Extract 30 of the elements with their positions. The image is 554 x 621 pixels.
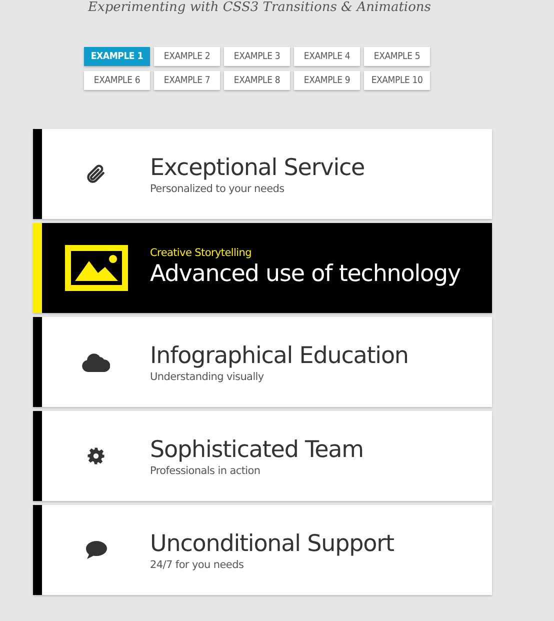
feature-card[interactable]: Creative Storytelling Advanced use of technology (33, 223, 492, 313)
cloud-icon (82, 352, 110, 372)
feature-title: Unconditional Support (150, 530, 394, 559)
gear-icon (87, 447, 105, 465)
example-tab[interactable]: EXAMPLE 3 (224, 47, 290, 66)
page-subtitle: Experimenting with CSS3 Transitions & Animations (86, 0, 432, 15)
paperclip-icon (85, 163, 107, 185)
feature-card[interactable]: Infographical Education Understanding visually (33, 317, 492, 407)
example-tab[interactable]: EXAMPLE 6 (84, 71, 150, 90)
speech-bubble-icon (84, 540, 108, 560)
example-tab[interactable]: EXAMPLE 2 (154, 47, 220, 66)
feature-subtitle: Professionals in action (150, 465, 262, 477)
example-tab[interactable]: EXAMPLE 5 (364, 47, 430, 66)
feature-subtitle: Personalized to your needs (150, 183, 286, 195)
example-tab[interactable]: EXAMPLE 10 (364, 71, 430, 90)
example-tab[interactable]: EXAMPLE 4 (294, 47, 360, 66)
example-tab[interactable]: EXAMPLE 7 (154, 71, 220, 90)
feature-card[interactable]: Exceptional Service Personalized to your needs (33, 129, 492, 219)
example-tab[interactable]: EXAMPLE 9 (294, 71, 360, 90)
feature-title: Advanced use of technology (150, 260, 461, 289)
feature-subtitle: Creative Storytelling (150, 247, 252, 259)
example-tab[interactable]: EXAMPLE 8 (224, 71, 290, 90)
feature-subtitle: Understanding visually (150, 371, 265, 383)
image-icon (64, 245, 128, 291)
feature-subtitle: 24/7 for you needs (150, 559, 245, 571)
feature-card[interactable]: Unconditional Support 24/7 for you needs (33, 505, 492, 595)
feature-card[interactable]: Sophisticated Team Professionals in action (33, 411, 492, 501)
feature-title: Infographical Education (150, 342, 408, 371)
feature-title: Exceptional Service (150, 154, 365, 183)
feature-title: Sophisticated Team (150, 436, 364, 465)
